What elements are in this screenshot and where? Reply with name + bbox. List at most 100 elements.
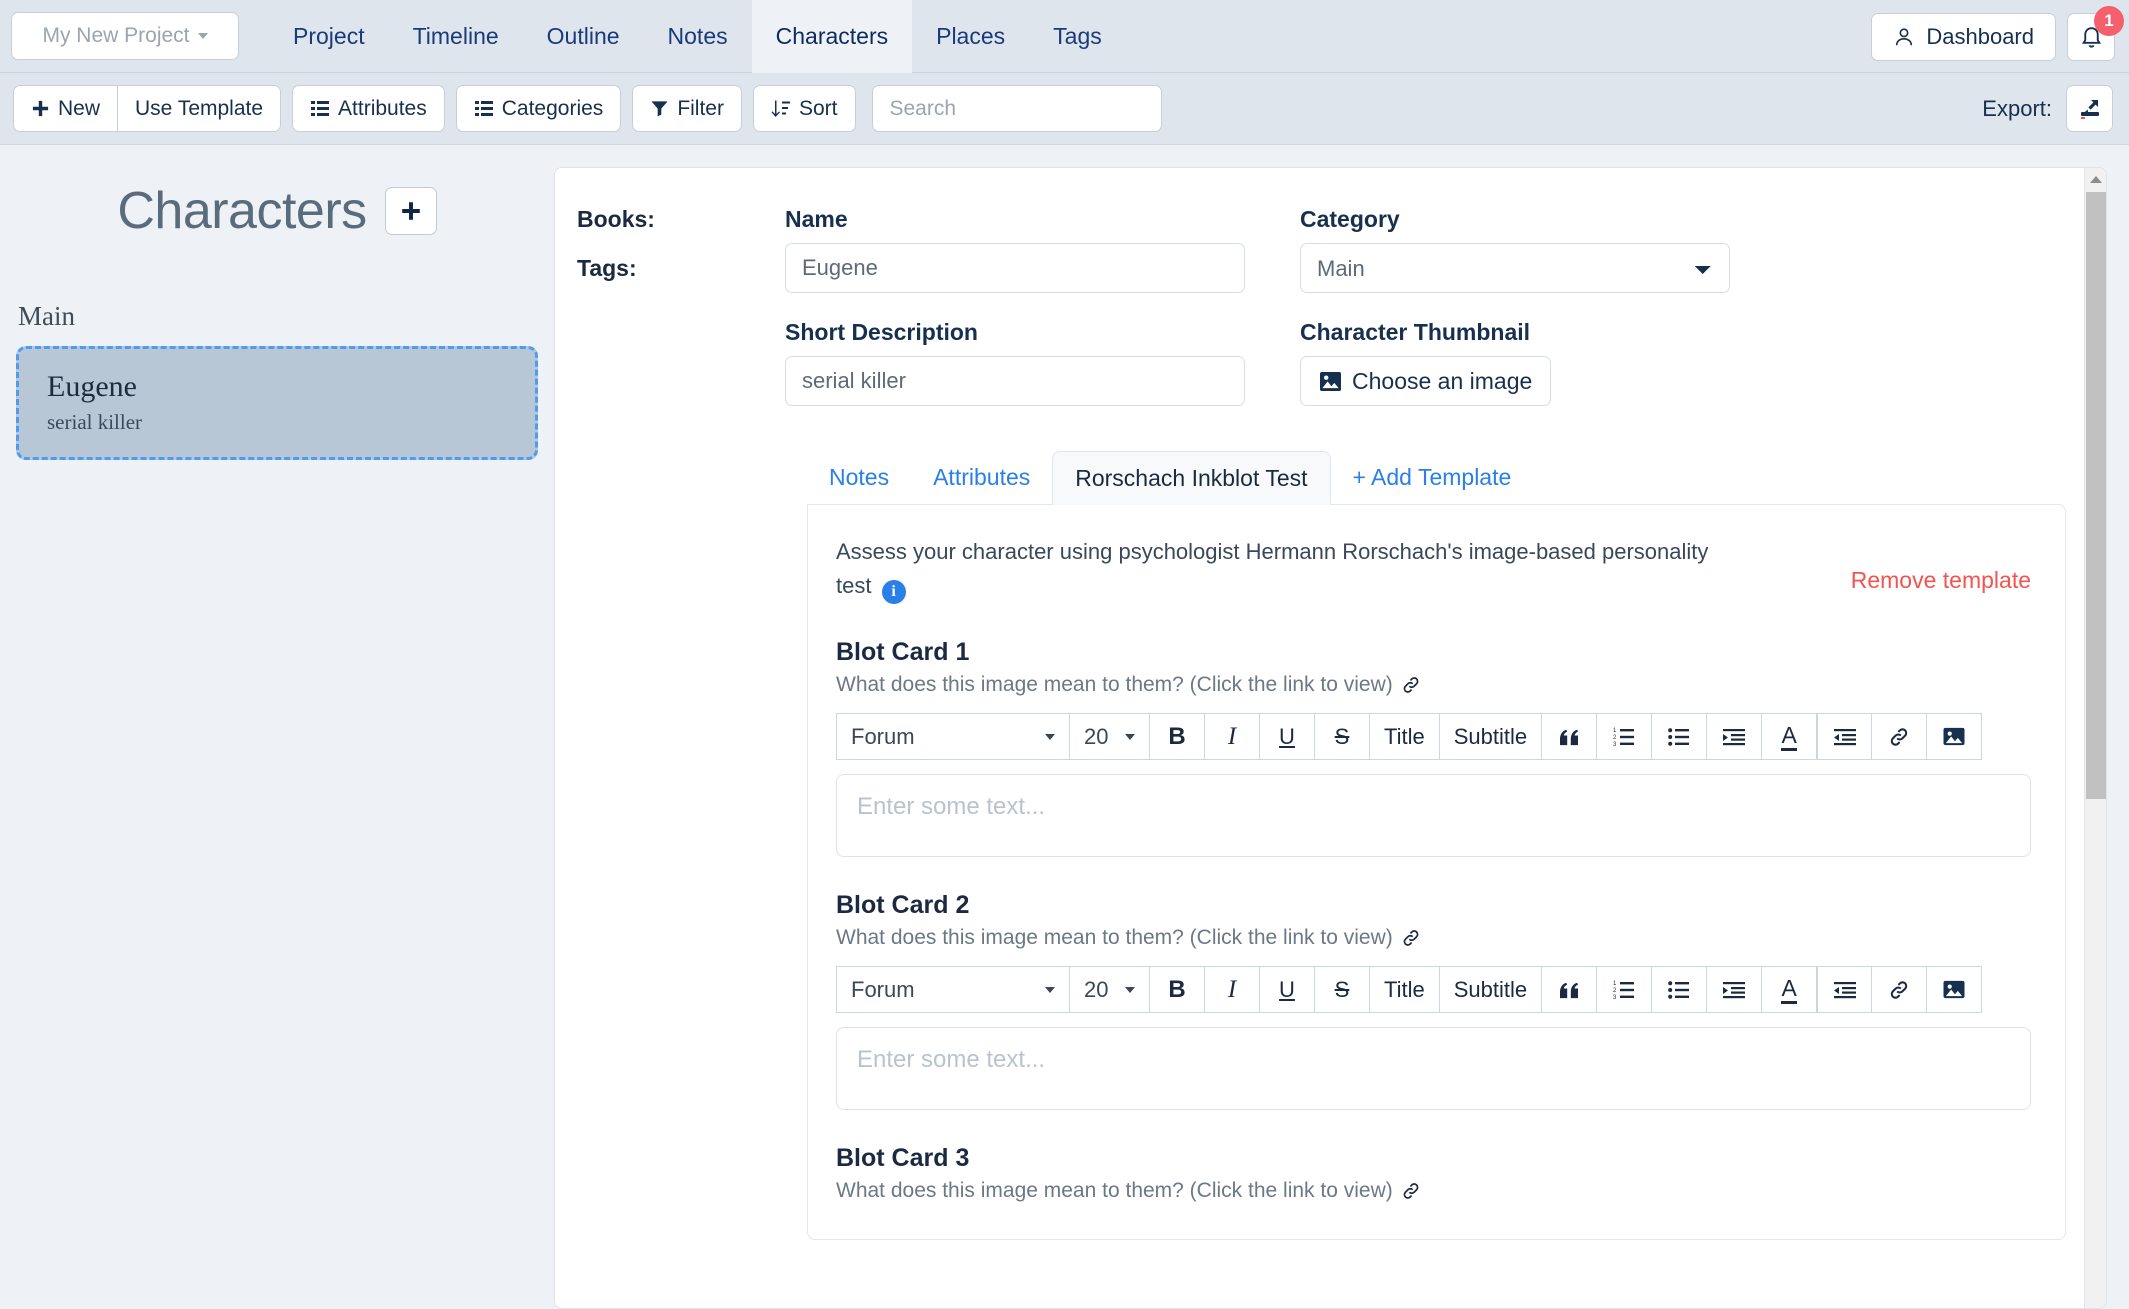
nav-item-characters[interactable]: Characters xyxy=(751,0,913,73)
tab-notes[interactable]: Notes xyxy=(807,451,911,504)
font-size-select[interactable]: 20 xyxy=(1070,713,1150,761)
link-icon[interactable] xyxy=(1401,928,1421,948)
plus-icon xyxy=(31,99,50,118)
search-input[interactable] xyxy=(871,85,1162,132)
bold-icon: B xyxy=(1168,722,1186,750)
indent-icon xyxy=(1723,980,1746,1000)
ordered-list-button[interactable]: 1 2 3 xyxy=(1597,713,1653,761)
categories-button-label: Categories xyxy=(501,96,604,120)
strikethrough-button[interactable]: S xyxy=(1315,713,1370,761)
tab-label: Rorschach Inkblot Test xyxy=(1075,465,1308,491)
nav-item-project[interactable]: Project xyxy=(269,0,389,73)
content-toolbar: New Use Template Attributes Categories F… xyxy=(0,73,2129,145)
blot-card-1: Blot Card 1 What does this image mean to… xyxy=(836,638,2031,858)
dashboard-button[interactable]: Dashboard xyxy=(1871,12,2056,61)
font-family-select[interactable]: Forum xyxy=(836,966,1070,1014)
categories-button[interactable]: Categories xyxy=(455,85,622,132)
name-field-block: Name xyxy=(785,206,1245,293)
bold-button[interactable]: B xyxy=(1150,966,1205,1014)
project-selector-label: My New Project xyxy=(42,24,190,47)
strikethrough-button[interactable]: S xyxy=(1315,966,1370,1014)
detail-right-fields: Category Main Character Thumbnail Choose… xyxy=(1300,206,1730,432)
subtitle-style-button[interactable]: Subtitle xyxy=(1439,966,1543,1014)
bullet-list-icon xyxy=(1668,980,1690,1000)
link-icon[interactable] xyxy=(1401,1181,1421,1201)
insert-image-button[interactable] xyxy=(1927,713,1983,761)
dashboard-button-label: Dashboard xyxy=(1926,23,2034,49)
blockquote-button[interactable] xyxy=(1542,713,1598,761)
svg-text:2: 2 xyxy=(1613,988,1617,994)
text-color-button[interactable]: A xyxy=(1762,966,1818,1014)
chevron-down-icon xyxy=(1045,986,1055,993)
info-icon[interactable]: i xyxy=(881,580,906,605)
name-label: Name xyxy=(785,206,848,232)
link-icon[interactable] xyxy=(1401,675,1421,695)
toolbar-row-1: Forum 20 B I U S Title Subtitle 1 2 3 A xyxy=(836,713,1818,761)
nav-item-timeline[interactable]: Timeline xyxy=(389,0,523,73)
bullet-list-button[interactable] xyxy=(1652,713,1708,761)
sort-button[interactable]: Sort xyxy=(752,85,856,132)
vertical-scrollbar[interactable] xyxy=(2084,168,2106,1308)
blot-card-editor[interactable]: Enter some text... xyxy=(836,1027,2031,1111)
blockquote-button[interactable] xyxy=(1542,966,1598,1014)
tab-rorschach-inkblot-test[interactable]: Rorschach Inkblot Test xyxy=(1052,451,1331,505)
list-icon xyxy=(310,99,330,119)
blot-card-editor[interactable]: Enter some text... xyxy=(836,774,2031,858)
bullet-list-button[interactable] xyxy=(1652,966,1708,1014)
name-input[interactable] xyxy=(785,243,1245,293)
tab-attributes[interactable]: Attributes xyxy=(911,451,1052,504)
tab-add-template[interactable]: + Add Template xyxy=(1331,451,1534,504)
short-description-field-block: Short Description xyxy=(785,319,1245,406)
svg-text:2: 2 xyxy=(1613,735,1617,741)
new-button-group: New Use Template xyxy=(13,85,282,132)
text-color-button[interactable]: A xyxy=(1762,713,1818,761)
bold-button[interactable]: B xyxy=(1150,713,1205,761)
export-button[interactable] xyxy=(2066,85,2113,132)
tab-label: + Add Template xyxy=(1352,464,1512,490)
detail-form-row: Books: Tags: Name Short Description xyxy=(555,206,2106,432)
attributes-button[interactable]: Attributes xyxy=(292,85,445,132)
outdent-button[interactable] xyxy=(1817,713,1873,761)
outdent-button[interactable] xyxy=(1817,966,1873,1014)
italic-button[interactable]: I xyxy=(1205,713,1260,761)
insert-link-button[interactable] xyxy=(1872,713,1928,761)
filter-button[interactable]: Filter xyxy=(632,85,742,132)
category-select[interactable]: Main xyxy=(1300,243,1730,293)
insert-image-button[interactable] xyxy=(1927,966,1983,1014)
nav-item-places[interactable]: Places xyxy=(912,0,1029,73)
new-button[interactable]: New xyxy=(13,85,119,132)
insert-link-button[interactable] xyxy=(1872,966,1928,1014)
scrollbar-thumb[interactable] xyxy=(2086,192,2106,799)
sidebar-title: Characters xyxy=(117,182,367,240)
title-style-button[interactable]: Title xyxy=(1370,966,1440,1014)
toolbar-row-2 xyxy=(1817,966,1983,1014)
project-selector[interactable]: My New Project xyxy=(11,12,239,60)
use-template-button[interactable]: Use Template xyxy=(118,85,282,132)
choose-image-button[interactable]: Choose an image xyxy=(1300,356,1552,406)
character-list-item[interactable]: Eugene serial killer xyxy=(16,346,538,460)
notification-badge: 1 xyxy=(2094,5,2124,36)
remove-template-link[interactable]: Remove template xyxy=(1851,567,2031,594)
underline-button[interactable]: U xyxy=(1260,966,1315,1014)
add-character-button[interactable] xyxy=(384,187,437,235)
chevron-up-icon xyxy=(2090,175,2102,183)
font-size-select[interactable]: 20 xyxy=(1070,966,1150,1014)
ordered-list-button[interactable]: 1 2 3 xyxy=(1597,966,1653,1014)
indent-button[interactable] xyxy=(1707,713,1763,761)
nav-item-outline[interactable]: Outline xyxy=(523,0,644,73)
indent-button[interactable] xyxy=(1707,966,1763,1014)
main-nav: Project Timeline Outline Notes Character… xyxy=(269,0,1126,73)
notifications-button[interactable]: 1 xyxy=(2067,5,2124,61)
subtitle-style-button[interactable]: Subtitle xyxy=(1439,713,1543,761)
italic-button[interactable]: I xyxy=(1205,966,1260,1014)
underline-button[interactable]: U xyxy=(1260,713,1315,761)
plus-icon xyxy=(400,200,422,222)
nav-item-notes[interactable]: Notes xyxy=(644,0,752,73)
blot-card-prompt-text: What does this image mean to them? (Clic… xyxy=(836,673,1393,697)
nav-item-tags[interactable]: Tags xyxy=(1029,0,1126,73)
font-family-select[interactable]: Forum xyxy=(836,713,1070,761)
scroll-up-button[interactable] xyxy=(2085,168,2106,190)
text-color-icon: A xyxy=(1781,722,1797,752)
title-style-button[interactable]: Title xyxy=(1370,713,1440,761)
short-description-input[interactable] xyxy=(785,356,1245,406)
